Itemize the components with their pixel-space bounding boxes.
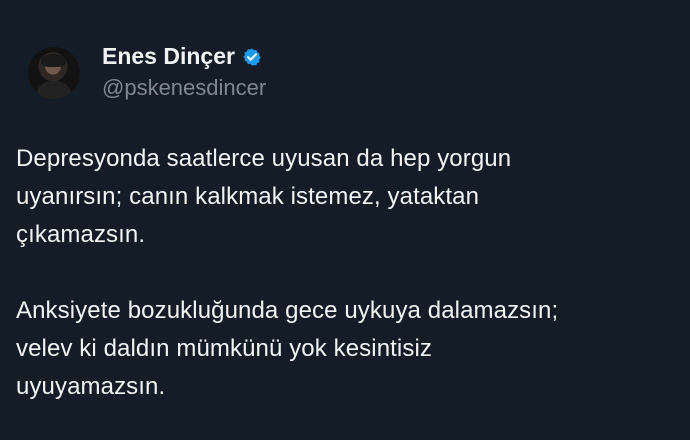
tweet-author: Enes Dinçer @pskenesdincer [28,38,266,108]
tweet-text: Depresyonda saatlerce uyusan da hep yorg… [16,140,666,406]
display-name[interactable]: Enes Dinçer [102,43,235,70]
tweet-paragraph: Depresyonda saatlerce uyusan da hep yorg… [16,145,512,248]
display-name-row: Enes Dinçer [102,43,266,70]
verified-badge-icon [243,48,261,66]
author-name-block: Enes Dinçer @pskenesdincer [102,43,266,101]
username-handle[interactable]: @pskenesdincer [102,75,266,101]
tweet-card: Enes Dinçer @pskenesdincer Depresyonda s… [0,0,690,440]
tweet-paragraph: Anksiyete bozukluğunda gece uykuya dalam… [16,297,559,400]
avatar[interactable] [28,47,80,99]
